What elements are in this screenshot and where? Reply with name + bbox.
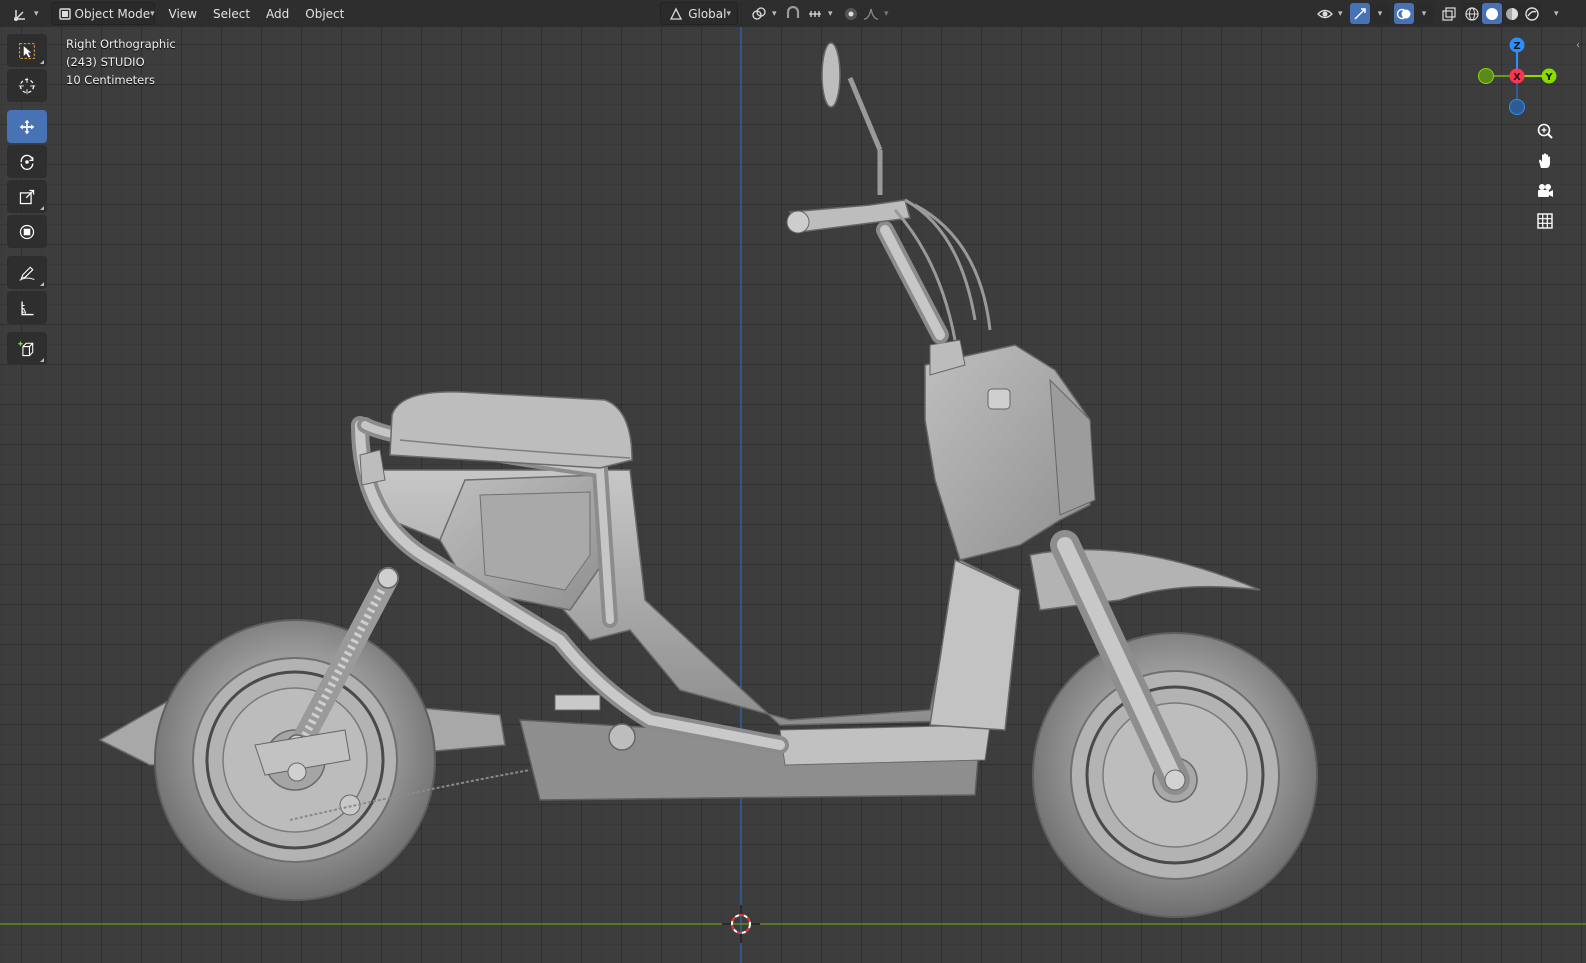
sidebar-toggle-arrow[interactable]: ‹: [1576, 40, 1580, 51]
transform-orientation-select[interactable]: Global ▾: [660, 2, 738, 25]
ortho-toggle-button[interactable]: [1532, 208, 1558, 234]
neg-z-axis-handle: [1509, 99, 1525, 115]
pivot-point-button[interactable]: ▾: [744, 3, 783, 24]
move-icon: [18, 118, 36, 136]
grid-scale: 10 Centimeters: [66, 73, 155, 87]
falloff-icon: [862, 5, 880, 23]
gizmo-icon: [1351, 5, 1369, 23]
add-cube-tool[interactable]: [7, 332, 47, 365]
measure-icon: [18, 299, 36, 317]
overlay-toggle[interactable]: [1394, 3, 1414, 24]
mode-label: Object Mode: [74, 6, 151, 21]
shading-material-button[interactable]: [1502, 3, 1522, 24]
select-box-tool[interactable]: [7, 34, 47, 67]
zoom-icon: [1536, 122, 1554, 140]
menu-object[interactable]: Object: [297, 3, 352, 24]
cursor-tool[interactable]: [7, 69, 47, 102]
pan-button[interactable]: [1532, 148, 1558, 174]
editor-type-button[interactable]: ▾: [6, 3, 45, 24]
tool-shelf: [7, 34, 49, 367]
shading-wireframe-button[interactable]: [1462, 3, 1482, 24]
annotate-tool[interactable]: [7, 256, 47, 289]
shading-mode-group: [1462, 3, 1542, 24]
shading-options-dropdown[interactable]: ▾: [1548, 3, 1565, 24]
grid-ortho-icon: [1536, 212, 1554, 230]
camera-icon: [1536, 182, 1554, 200]
navigation-gizmo[interactable]: Z Y X: [1470, 30, 1570, 130]
shading-solid-button[interactable]: [1482, 3, 1502, 24]
material-shading-icon: [1503, 5, 1521, 23]
chevron-down-icon: ▾: [150, 8, 155, 19]
axis-gizmo-icon: [12, 5, 30, 23]
z-axis-label: Z: [1513, 41, 1520, 52]
neg-y-axis-handle: [1478, 68, 1494, 84]
scene: [0, 27, 1586, 963]
mode-select[interactable]: Object Mode ▾: [50, 2, 155, 25]
view-name: Right Orthographic: [66, 37, 176, 51]
scale-tool[interactable]: [7, 180, 47, 213]
orientation-label: Global: [688, 6, 727, 21]
chevron-down-icon: ▾: [884, 8, 889, 19]
navigation-buttons: [1532, 118, 1558, 238]
menu-select[interactable]: Select: [205, 3, 258, 24]
x-axis-label: X: [1513, 72, 1521, 83]
rotate-tool[interactable]: [7, 145, 47, 178]
chevron-down-icon: ▾: [34, 8, 39, 19]
transform-icon: [18, 223, 36, 241]
move-tool[interactable]: [7, 110, 47, 143]
menu-view[interactable]: View: [161, 3, 205, 24]
transform-pivot-icon: [750, 5, 768, 23]
falloff-select[interactable]: ▾: [856, 3, 895, 24]
y-axis-label: Y: [1544, 72, 1553, 83]
menu-add[interactable]: Add: [258, 3, 297, 24]
camera-view-button[interactable]: [1532, 178, 1558, 204]
chevron-down-icon: ▾: [1338, 8, 1343, 19]
rotate-icon: [18, 153, 36, 171]
overlay-icon: [1395, 5, 1413, 23]
overlay-dropdown[interactable]: ▾: [1414, 3, 1434, 24]
scooter-model: [98, 42, 1318, 918]
select-box-icon: [18, 42, 36, 60]
cursor-icon: [18, 77, 36, 95]
gizmo-toggle-group: ▾: [1350, 3, 1390, 24]
snap-increment-icon: [806, 5, 824, 23]
measure-tool[interactable]: [7, 291, 47, 324]
overlay-toggle-group: ▾: [1394, 3, 1434, 24]
transform-tool[interactable]: [7, 215, 47, 248]
xray-toggle[interactable]: [1438, 3, 1460, 24]
annotate-icon: [18, 264, 36, 282]
gizmo-toggle[interactable]: [1350, 3, 1370, 24]
solid-shading-icon: [1483, 5, 1501, 23]
xray-icon: [1440, 5, 1458, 23]
zoom-button[interactable]: [1532, 118, 1558, 144]
chevron-down-icon: ▾: [828, 8, 833, 19]
gizmo-dropdown[interactable]: ▾: [1370, 3, 1390, 24]
chevron-down-icon: ▾: [1421, 8, 1427, 19]
3d-viewport[interactable]: ▾ Object Mode ▾ View Select Add Object G…: [0, 0, 1586, 963]
viewport-info: Right Orthographic (243) STUDIO 10 Centi…: [66, 35, 176, 89]
pan-hand-icon: [1536, 152, 1554, 170]
scale-icon: [18, 188, 36, 206]
chevron-down-icon: ▾: [1377, 8, 1383, 19]
snap-target-select[interactable]: ▾: [800, 3, 839, 24]
chevron-down-icon: ▾: [726, 8, 731, 19]
orientation-icon: [667, 5, 684, 23]
object-mode-icon: [58, 5, 72, 23]
chevron-down-icon: ▾: [772, 8, 777, 19]
visibility-icon: [1316, 5, 1334, 23]
shading-rendered-button[interactable]: [1522, 3, 1542, 24]
collection-name: (243) STUDIO: [66, 55, 145, 69]
viewport-header: ▾ Object Mode ▾ View Select Add Object G…: [0, 0, 1586, 27]
chevron-down-icon: ▾: [1554, 8, 1559, 19]
rendered-shading-icon: [1523, 5, 1541, 23]
visibility-button[interactable]: ▾: [1310, 3, 1349, 24]
add-cube-icon: [18, 340, 36, 358]
wireframe-shading-icon: [1463, 5, 1481, 23]
